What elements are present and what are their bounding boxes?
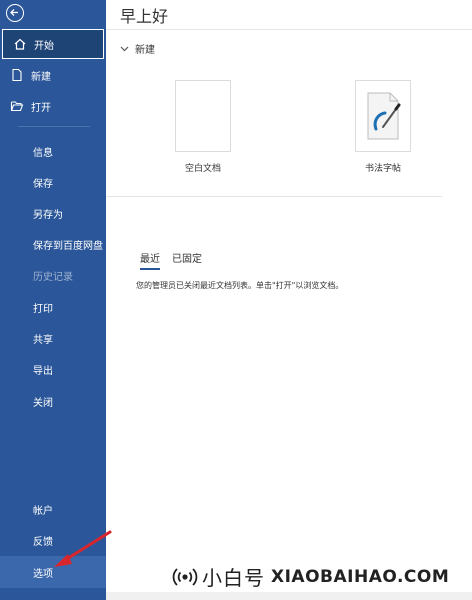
sidebar-item-info[interactable]: 信息 [0, 136, 106, 166]
sidebar-item-label: 历史记录 [33, 271, 73, 283]
backstage-sidebar: 开始 新建 打开 信息 保存 另存为 保存到百度网盘 历史记录 打印 共享 导出… [0, 0, 106, 600]
sidebar-item-open[interactable]: 打开 [0, 91, 106, 121]
sidebar-item-share[interactable]: 共享 [0, 323, 106, 353]
template-blank-document[interactable]: 空白文档 [163, 80, 243, 174]
document-tabs: 最近 已固定 [140, 250, 214, 270]
header-divider [106, 29, 472, 30]
sidebar-item-label: 打开 [31, 102, 51, 114]
sidebar-item-label: 关闭 [33, 397, 53, 409]
section-divider [106, 196, 442, 197]
red-pointer-arrow [54, 530, 112, 567]
sidebar-item-label: 打印 [33, 303, 53, 315]
sidebar-item-label: 开始 [34, 40, 54, 52]
sidebar-item-save[interactable]: 保存 [0, 167, 106, 197]
sidebar-item-label: 新建 [31, 71, 51, 83]
back-arrow-icon [10, 9, 18, 16]
template-calligraphy[interactable]: 书法字帖 [343, 80, 423, 174]
new-document-icon [10, 68, 24, 82]
sidebar-item-print[interactable]: 打印 [0, 292, 106, 322]
chevron-down-icon [120, 46, 129, 51]
bottom-strip [106, 592, 472, 600]
new-section-toggle[interactable]: 新建 [120, 41, 155, 56]
recent-disabled-notice: 您的管理员已关闭最近文档列表。单击"打开"以浏览文档。 [136, 281, 344, 290]
blank-document-thumbnail [175, 80, 231, 152]
watermark-chinese: 小白号 [202, 566, 265, 590]
sidebar-item-label: 保存 [33, 178, 53, 190]
sidebar-item-history[interactable]: 历史记录 [0, 260, 106, 290]
home-icon [13, 37, 27, 51]
sidebar-item-close[interactable]: 关闭 [0, 386, 106, 416]
sidebar-item-label: 共享 [33, 334, 53, 346]
watermark-url: XIAOBAIHAO.COM [271, 566, 450, 587]
sidebar-item-home[interactable]: 开始 [2, 29, 104, 59]
new-section-label: 新建 [135, 45, 155, 56]
backstage-main: 早上好 新建 空白文档 书法字帖 最近 已固定 您的管理员已关闭最近文档列表。单… [106, 0, 472, 600]
sidebar-item-label: 帐户 [33, 505, 53, 517]
calligraphy-thumbnail [355, 80, 411, 152]
watermark-footer: 小白号 XIAOBAIHAO.COM [172, 562, 449, 591]
tab-pinned[interactable]: 已固定 [172, 250, 202, 270]
sidebar-item-label: 保存到百度网盘 [33, 240, 103, 252]
sidebar-item-label: 信息 [33, 147, 53, 159]
sidebar-item-save-to-baidu[interactable]: 保存到百度网盘 [0, 229, 106, 259]
sidebar-item-save-as[interactable]: 另存为 [0, 198, 106, 228]
calligraphy-brush-icon [367, 92, 401, 140]
open-folder-icon [10, 99, 24, 113]
sidebar-item-export[interactable]: 导出 [0, 354, 106, 384]
broadcast-icon [172, 567, 198, 586]
template-label: 书法字帖 [364, 164, 401, 174]
sidebar-item-label: 另存为 [33, 209, 63, 221]
tab-recent[interactable]: 最近 [140, 250, 160, 270]
back-button[interactable] [6, 4, 24, 22]
sidebar-divider [18, 126, 90, 127]
sidebar-item-new[interactable]: 新建 [0, 60, 106, 90]
template-label: 空白文档 [184, 164, 221, 174]
sidebar-item-account[interactable]: 帐户 [0, 494, 106, 524]
sidebar-item-label: 导出 [33, 365, 53, 377]
greeting-title: 早上好 [120, 7, 169, 26]
